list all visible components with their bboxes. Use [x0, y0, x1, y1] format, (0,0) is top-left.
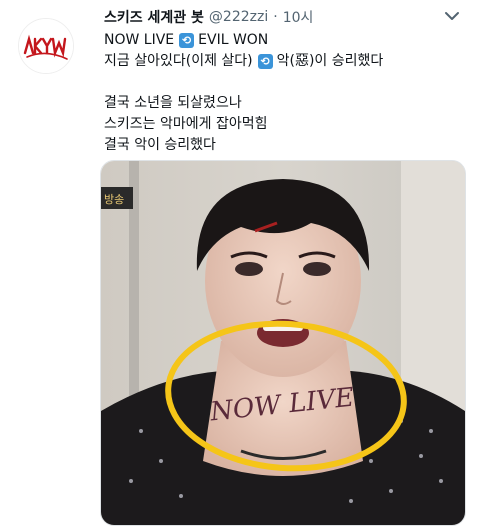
tweet-text: NOW LIVE: [104, 32, 175, 48]
tweet-line-2: 지금 살아있다(이제 살다) ⟲ 악(惡)이 승리했다: [104, 51, 464, 72]
tweet-line-3: 결국 소년을 되살렸으나: [104, 95, 242, 111]
avatar[interactable]: [18, 18, 74, 74]
stray-kids-logo-icon: [19, 19, 73, 73]
tweet-text: EVIL WON: [198, 32, 269, 48]
chevron-down-icon[interactable]: [442, 8, 462, 24]
tweet-line-1: NOW LIVE ⟲ EVIL WON: [104, 30, 464, 51]
display-name[interactable]: 스키즈 세계관 봇: [104, 7, 204, 27]
repeat-emoji-icon: ⟲: [179, 33, 195, 48]
user-handle[interactable]: @222zzi: [209, 9, 268, 25]
tweet-line-5: 결국 악이 승리했다: [104, 137, 216, 153]
tweet-text: 악(惡)이 승리했다: [276, 53, 384, 69]
tweet-image[interactable]: 방송 NOW LIVE: [100, 160, 466, 526]
photo-illustration: 방송 NOW LIVE: [101, 161, 465, 525]
timestamp[interactable]: 10시: [283, 7, 314, 27]
tweet-header: 스키즈 세계관 봇 @222zzi · 10시: [104, 6, 460, 28]
tweet-line-4: 스키즈는 악마에게 잡아먹힘: [104, 116, 268, 132]
tweet-body: NOW LIVE ⟲ EVIL WON 지금 살아있다(이제 살다) ⟲ 악(惡…: [104, 30, 464, 156]
repeat-emoji-icon: ⟲: [257, 54, 273, 69]
tweet-text: 지금 살아있다(이제 살다): [104, 53, 253, 69]
separator-dot: ·: [273, 9, 278, 25]
corner-tag: 방송: [104, 193, 124, 206]
